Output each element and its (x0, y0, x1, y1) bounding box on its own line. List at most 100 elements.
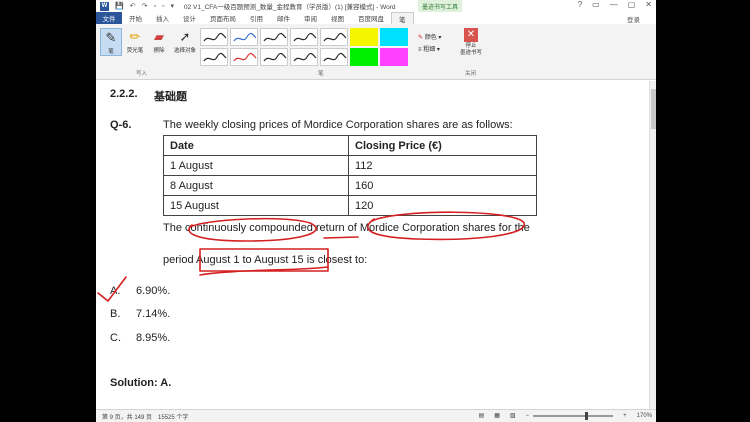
help-icon[interactable]: ? (578, 0, 582, 9)
tab-file[interactable]: 文件 (96, 12, 122, 24)
select-cursor-icon: ➚ (179, 29, 191, 44)
select-objects-label: 选择对象 (173, 48, 196, 54)
price-table: Date Closing Price (€) 1 August 112 8 Au… (163, 135, 537, 216)
header-date: Date (163, 135, 349, 156)
option-a-text: 6.90%. (136, 285, 171, 297)
word-count[interactable]: 15525 个字 (152, 412, 188, 421)
option-c-text: 8.95%. (136, 332, 171, 344)
pen-swatch[interactable] (200, 48, 228, 66)
pen-swatch[interactable] (230, 28, 258, 46)
menu-bar: 文件 开始 插入 设计 页面布局 引用 邮件 审阅 视图 百度网盘 笔 登录 (96, 12, 656, 24)
eraser-icon: ▰ (154, 29, 164, 44)
pen-swatch[interactable] (230, 48, 258, 66)
group-write-label: 写入 (136, 71, 148, 77)
close-icon[interactable]: ✕ (645, 0, 652, 9)
print-layout-icon[interactable]: ▦ (488, 412, 500, 419)
pen-swatch[interactable] (260, 28, 288, 46)
question-line-2: period August 1 to August 15 is closest … (163, 254, 368, 266)
cell-date: 15 August (163, 195, 349, 216)
color-dropdown[interactable]: ✎ 颜色 ▾ (418, 32, 441, 44)
zoom-in-icon[interactable]: + (617, 413, 627, 419)
pen-stroke-icon (293, 52, 317, 62)
ink-tools-context-tab: 墨迹书写工具 (418, 0, 462, 12)
ribbon: ✎ 笔 ✏ 荧光笔 ▰ 擦除 ➚ 选择对象 写入 笔 ✎ 颜色 ▾ ≡ 粗细 ▾… (96, 24, 656, 80)
tab-design[interactable]: 设计 (176, 13, 203, 23)
redo-icon[interactable]: ↷ (142, 2, 148, 10)
header-price: Closing Price (€) (348, 135, 537, 156)
document-page[interactable]: 2.2.2. 基础题 Q-6. The weekly closing price… (96, 81, 649, 409)
pen-swatch[interactable] (380, 28, 408, 46)
tab-references[interactable]: 引用 (243, 13, 270, 23)
zoom-slider[interactable] (533, 411, 614, 420)
option-a-letter: A. (110, 285, 121, 297)
pen-tool-label: 笔 (108, 49, 114, 55)
group-pens-label: 笔 (318, 71, 324, 77)
tab-baidu[interactable]: 百度网盘 (351, 13, 391, 23)
pen-icon: ✎ (105, 30, 117, 45)
option-b-text: 7.14%. (136, 308, 171, 320)
tab-home[interactable]: 开始 (122, 13, 149, 23)
pen-swatch[interactable] (200, 28, 228, 46)
tab-insert[interactable]: 插入 (149, 13, 176, 23)
word-window: W 💾 ↶ ↷ ▫ ▫ ▾ 02 V1_CFA一级百题预测_数量_金程教育（学员… (96, 0, 656, 422)
pen-stroke-icon (203, 32, 227, 42)
cell-price: 160 (348, 175, 537, 196)
option-c-letter: C. (110, 332, 121, 344)
thickness-dropdown[interactable]: ≡ 粗细 ▾ (418, 44, 441, 56)
color-label: 颜色 ▾ (424, 35, 442, 41)
pen-swatch[interactable] (290, 28, 318, 46)
pen-swatch[interactable] (320, 48, 348, 66)
group-close-label: 关闭 (465, 71, 477, 77)
page-count[interactable]: 第 9 页，共 149 页 (96, 412, 152, 421)
zoom-control: ▤ ▦ ▧ − + 170% (473, 411, 652, 420)
read-mode-icon[interactable]: ▤ (473, 412, 485, 419)
section-number: 2.2.2. (110, 88, 138, 100)
question-intro: The weekly closing prices of Mordice Cor… (163, 119, 513, 131)
ribbon-display-icon[interactable]: ▭ (592, 0, 600, 9)
maximize-icon[interactable]: ▢ (628, 0, 636, 9)
pen-tool-button[interactable]: ✎ 笔 (100, 28, 122, 56)
login-link[interactable]: 登录 (627, 14, 640, 24)
tab-mailings[interactable]: 邮件 (270, 13, 297, 23)
pen-swatch[interactable] (350, 48, 378, 66)
pen-stroke-icon (293, 32, 317, 42)
pen-swatch[interactable] (350, 28, 378, 46)
stop-icon: ✕ (464, 28, 478, 42)
scrollbar-thumb[interactable] (651, 89, 656, 129)
table-row: 8 August 160 (163, 175, 537, 196)
eraser-tool-label: 擦除 (153, 48, 165, 54)
web-layout-icon[interactable]: ▧ (504, 412, 516, 419)
cell-price: 120 (348, 195, 537, 216)
zoom-slider-knob[interactable] (585, 411, 589, 420)
customize-qa-icon[interactable]: ▾ (170, 2, 174, 10)
print-icon[interactable]: ▫ (162, 3, 164, 10)
status-bar: 第 9 页，共 149 页 15525 个字 ▤ ▦ ▧ − + 170% (96, 409, 656, 422)
pen-swatch[interactable] (260, 48, 288, 66)
cell-date: 1 August (163, 155, 349, 176)
option-b-letter: B. (110, 308, 121, 320)
highlighter-tool-button[interactable]: ✏ 荧光笔 (124, 28, 146, 54)
ink-underline-dates (199, 266, 329, 276)
zoom-level[interactable]: 170% (631, 413, 652, 419)
tab-view[interactable]: 视图 (324, 13, 351, 23)
minimize-icon[interactable]: — (610, 0, 618, 9)
save-icon[interactable]: 💾 (115, 2, 124, 10)
open-icon[interactable]: ▫ (153, 3, 155, 10)
tab-layout[interactable]: 页面布局 (203, 13, 243, 23)
eraser-tool-button[interactable]: ▰ 擦除 (148, 28, 170, 54)
pen-swatch[interactable] (320, 28, 348, 46)
zoom-out-icon[interactable]: − (520, 413, 530, 419)
pen-swatch[interactable] (290, 48, 318, 66)
table-row: 15 August 120 (163, 195, 537, 216)
tab-pens[interactable]: 笔 (391, 12, 414, 24)
stop-inking-button[interactable]: ✕ 停止 墨迹书写 (454, 28, 488, 57)
highlighter-icon: ✏ (129, 29, 141, 44)
undo-icon[interactable]: ↶ (130, 2, 136, 10)
title-bar: W 💾 ↶ ↷ ▫ ▫ ▾ 02 V1_CFA一级百题预测_数量_金程教育（学员… (96, 0, 656, 12)
select-objects-button[interactable]: ➚ 选择对象 (172, 28, 198, 54)
pen-swatch[interactable] (380, 48, 408, 66)
pen-stroke-icon (233, 52, 257, 62)
vertical-scrollbar[interactable] (649, 81, 656, 409)
question-id: Q-6. (110, 119, 132, 131)
tab-review[interactable]: 审阅 (297, 13, 324, 23)
